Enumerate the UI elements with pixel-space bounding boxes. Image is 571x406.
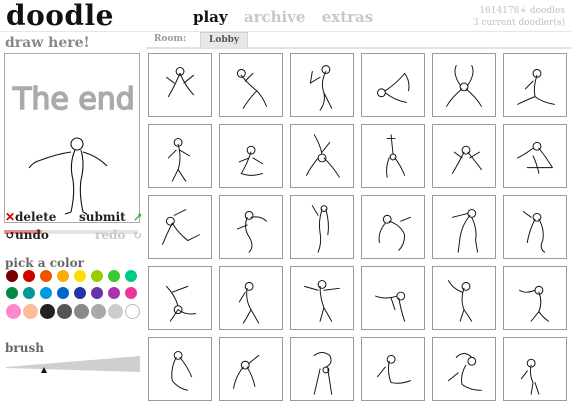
redo-button[interactable]: redo ↻ [95, 228, 143, 242]
color-swatch[interactable] [91, 304, 106, 319]
doodle-thumbnail[interactable] [148, 195, 212, 259]
doodle-thumbnail[interactable] [290, 337, 354, 401]
red-x-icon: ✕ [5, 210, 16, 224]
nav-play[interactable]: play [193, 8, 228, 26]
undo-button[interactable]: ↺undo [5, 228, 49, 242]
canvas-figure [28, 137, 108, 215]
doodle-thumbnail[interactable] [361, 195, 425, 259]
submit-label: submit [79, 210, 126, 224]
color-swatch[interactable] [74, 287, 86, 299]
tab-lobby[interactable]: Lobby [200, 32, 249, 47]
color-swatch[interactable] [108, 270, 120, 282]
doodle-thumbnail[interactable] [219, 53, 283, 117]
submit-button[interactable]: submit ↗ [79, 210, 143, 224]
color-swatch[interactable] [40, 270, 52, 282]
doodle-thumbnail[interactable] [290, 195, 354, 259]
color-swatch[interactable] [40, 287, 52, 299]
doodle-thumbnail[interactable] [148, 53, 212, 117]
doodle-count: 1614178+ doodles [479, 6, 565, 16]
logo[interactable]: doodle [6, 0, 114, 32]
doodle-thumbnail[interactable] [219, 195, 283, 259]
doodle-thumbnail[interactable] [361, 266, 425, 330]
nav-extras[interactable]: extras [322, 8, 373, 26]
doodle-thumbnail[interactable] [219, 266, 283, 330]
doodle-thumbnail[interactable] [503, 266, 567, 330]
color-swatch[interactable] [108, 304, 123, 319]
color-swatch[interactable] [23, 270, 35, 282]
redo-arrow-icon: ↻ [132, 228, 143, 242]
stats: 1614178+ doodles 3 current doodler(s) [473, 5, 565, 29]
undo-label: undo [15, 228, 49, 242]
brush-slider[interactable] [6, 354, 141, 374]
doodle-thumbnail[interactable] [148, 124, 212, 188]
brush-slider-knob[interactable] [40, 367, 47, 373]
doodle-thumbnail[interactable] [432, 124, 496, 188]
doodle-thumbnail[interactable] [290, 266, 354, 330]
color-swatch[interactable] [57, 304, 72, 319]
color-swatch[interactable] [23, 287, 35, 299]
canvas-text: The end [12, 82, 135, 117]
color-swatch[interactable] [23, 304, 38, 319]
color-swatch[interactable] [6, 287, 18, 299]
redo-label: redo [95, 228, 126, 242]
color-swatch[interactable] [6, 304, 21, 319]
drawing-canvas[interactable]: The end [4, 53, 140, 223]
doodle-thumbnail[interactable] [432, 266, 496, 330]
sidebar: draw here! The end ✕delete submit ↗ ↺und… [0, 32, 145, 406]
color-swatch[interactable] [74, 270, 86, 282]
color-swatch[interactable] [57, 287, 69, 299]
current-doodlers: 3 current doodler(s) [472, 18, 565, 28]
color-swatch[interactable] [125, 304, 140, 319]
doodle-thumbnail[interactable] [432, 195, 496, 259]
draw-title: draw here! [5, 35, 90, 51]
color-swatch[interactable] [57, 270, 69, 282]
doodle-gallery [146, 53, 571, 406]
undo-arrow-icon: ↺ [5, 228, 16, 242]
color-swatch[interactable] [91, 270, 103, 282]
nav-archive[interactable]: archive [244, 8, 306, 26]
doodle-thumbnail[interactable] [361, 53, 425, 117]
color-title: pick a color [5, 256, 84, 270]
doodle-thumbnail[interactable] [290, 53, 354, 117]
doodle-thumbnail[interactable] [290, 124, 354, 188]
doodle-thumbnail[interactable] [148, 337, 212, 401]
color-swatch[interactable] [125, 270, 137, 282]
doodle-thumbnail[interactable] [503, 124, 567, 188]
doodle-thumbnail[interactable] [503, 53, 567, 117]
color-swatch[interactable] [40, 304, 55, 319]
main-nav: play archive extras [193, 8, 384, 26]
doodle-thumbnail[interactable] [361, 124, 425, 188]
tab-divider [146, 47, 571, 49]
brush-title: brush [5, 341, 44, 355]
doodle-thumbnail[interactable] [503, 195, 567, 259]
color-swatch[interactable] [125, 287, 137, 299]
doodle-thumbnail[interactable] [148, 266, 212, 330]
doodle-thumbnail[interactable] [432, 337, 496, 401]
delete-label: delete [15, 210, 57, 224]
doodle-thumbnail[interactable] [219, 124, 283, 188]
delete-button[interactable]: ✕delete [5, 210, 56, 224]
tab-room: Room: [154, 34, 187, 44]
doodle-thumbnail[interactable] [432, 53, 496, 117]
doodle-thumbnail[interactable] [219, 337, 283, 401]
color-swatch[interactable] [6, 270, 18, 282]
doodle-thumbnail[interactable] [503, 337, 567, 401]
color-swatch[interactable] [74, 304, 89, 319]
color-swatch[interactable] [91, 287, 103, 299]
color-swatch[interactable] [108, 287, 120, 299]
green-arrow-icon: ↗ [132, 210, 143, 224]
doodle-thumbnail[interactable] [361, 337, 425, 401]
